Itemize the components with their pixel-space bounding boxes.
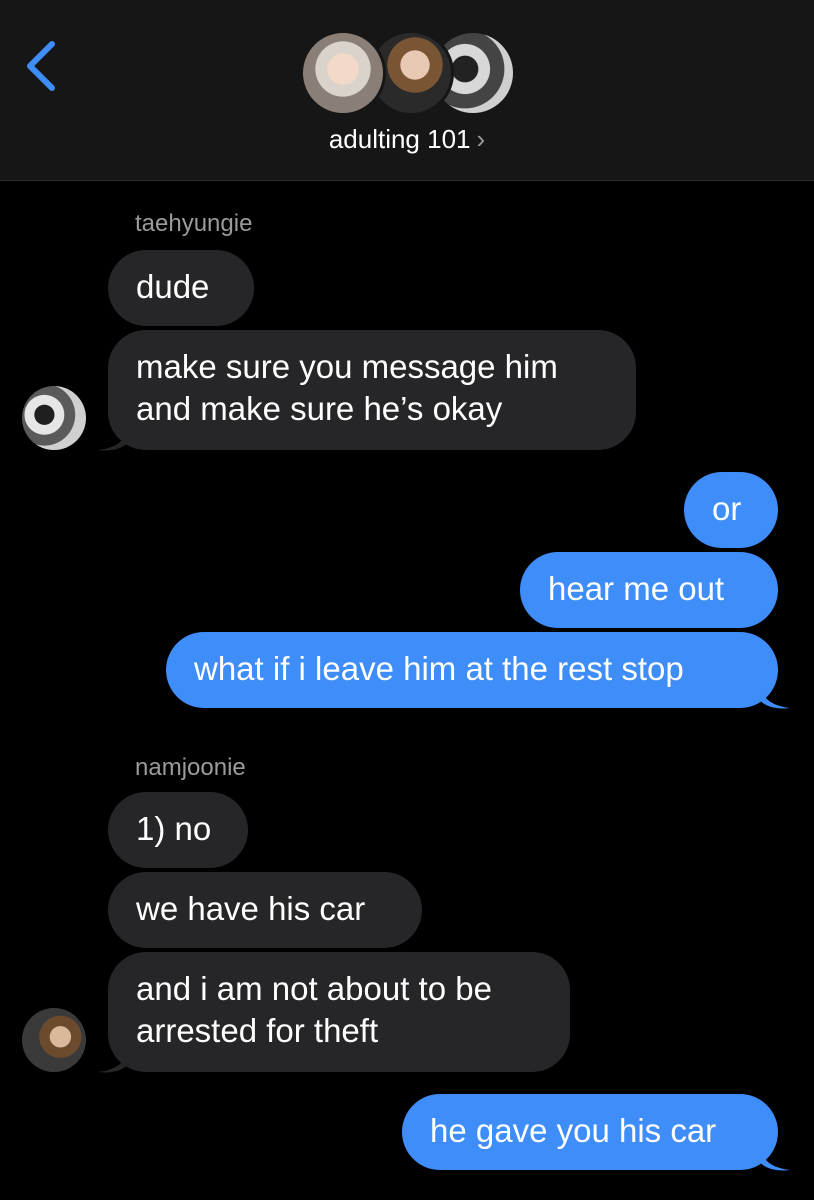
chevron-right-icon: › [476,124,486,154]
incoming-message[interactable]: 1) no [108,792,248,868]
incoming-message[interactable]: dude [108,250,254,326]
chevron-left-icon [27,41,55,91]
message-text: what if i leave him at the rest stop [194,650,684,687]
message-text: 1) no [136,810,212,847]
avatar [300,30,386,116]
message-text: hear me out [548,570,725,607]
sender-name: taehyungie [135,210,253,237]
chat-header: adulting 101 › [0,0,814,181]
back-button[interactable] [22,38,62,94]
outgoing-message[interactable]: hear me out [520,552,778,628]
bubble-tail [98,428,128,451]
avatar[interactable] [22,386,86,450]
message-text: we have his car [136,890,366,927]
chat-title[interactable]: adulting 101 › [0,124,814,155]
message-text: and i am not about to be [136,970,492,1007]
incoming-message[interactable]: make sure you message him and make sure … [108,330,636,450]
message-text: and make sure he’s okay [136,390,503,427]
outgoing-message[interactable]: or [684,472,778,548]
outgoing-message[interactable]: he gave you his car [402,1094,778,1170]
message-text: arrested for theft [136,1012,379,1049]
outgoing-message[interactable]: what if i leave him at the rest stop [166,632,778,708]
chat-name: adulting 101 [328,124,471,154]
message-text: or [712,490,742,527]
incoming-message[interactable]: and i am not about to be arrested for th… [108,952,570,1072]
sender-name: namjoonie [135,754,246,781]
bubble-tail [760,686,790,709]
avatar[interactable] [22,1008,86,1072]
bubble-tail [98,1050,128,1073]
message-text: make sure you message him [136,348,558,385]
incoming-message[interactable]: we have his car [108,872,422,948]
message-text: he gave you his car [430,1112,717,1149]
message-text: dude [136,268,210,305]
bubble-tail [760,1148,790,1171]
group-avatars[interactable] [300,30,516,120]
